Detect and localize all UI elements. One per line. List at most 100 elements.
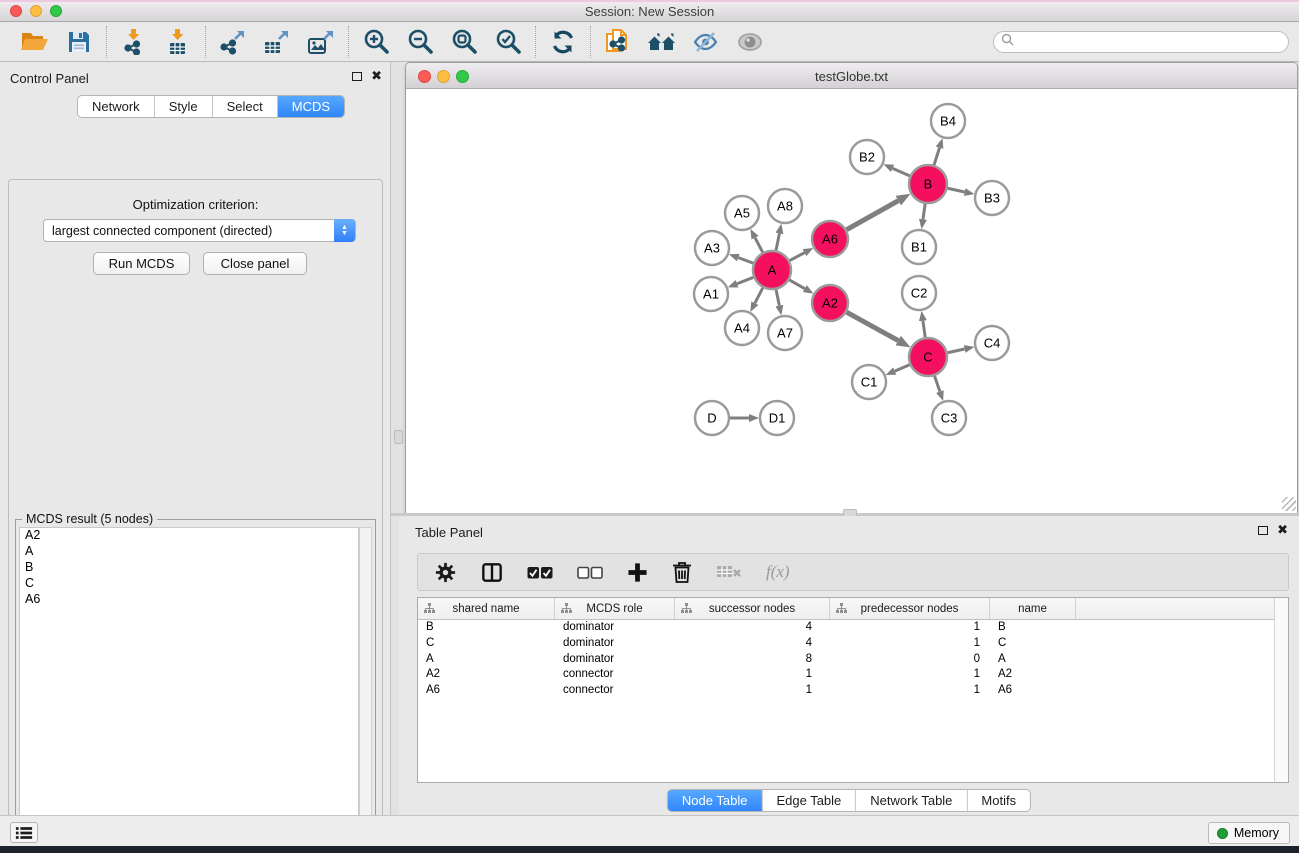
import-network-icon[interactable] xyxy=(119,27,149,57)
toggle-column-icon[interactable] xyxy=(481,562,503,583)
table-row[interactable]: A6connector11A6 xyxy=(418,683,1288,699)
task-history-button[interactable] xyxy=(10,822,38,843)
tab-node-table[interactable]: Node Table xyxy=(668,790,763,811)
graph-edge-B-B3[interactable] xyxy=(948,188,965,192)
cell-successor-nodes[interactable]: 1 xyxy=(675,667,830,683)
graph-edge-A-A3[interactable] xyxy=(738,258,753,263)
cell-MCDS-role[interactable]: dominator xyxy=(555,620,675,636)
delete-row-icon[interactable] xyxy=(672,561,692,584)
close-panel-button[interactable]: Close panel xyxy=(203,252,307,275)
cell-name[interactable]: B xyxy=(990,620,1076,636)
cell-shared-name[interactable]: A xyxy=(418,652,555,668)
tab-mcds[interactable]: MCDS xyxy=(278,96,344,117)
network-graph[interactable]: AA1A2A3A4A5A6A7A8BB1B2B3B4CC1C2C3C4DD1 xyxy=(406,89,1297,513)
cell-successor-nodes[interactable]: 1 xyxy=(675,683,830,699)
graph-edge-C-C4[interactable] xyxy=(948,349,965,353)
graph-node-A[interactable]: A xyxy=(753,251,791,289)
graph-edge-A-A6[interactable] xyxy=(790,253,805,261)
close-panel-icon[interactable]: ✖ xyxy=(371,71,382,81)
select-all-icon[interactable] xyxy=(527,565,553,580)
graph-node-C4[interactable]: C4 xyxy=(975,326,1009,360)
graph-edge-C-C1[interactable] xyxy=(895,365,910,371)
graph-node-D1[interactable]: D1 xyxy=(760,401,794,435)
cell-successor-nodes[interactable]: 8 xyxy=(675,652,830,668)
cell-successor-nodes[interactable]: 4 xyxy=(675,636,830,652)
tab-motifs[interactable]: Motifs xyxy=(967,790,1030,811)
mcds-result-item[interactable]: A6 xyxy=(20,592,358,608)
cell-shared-name[interactable]: B xyxy=(418,620,555,636)
first-neighbors-icon[interactable] xyxy=(647,27,677,57)
graph-node-C3[interactable]: C3 xyxy=(932,401,966,435)
tab-network-table[interactable]: Network Table xyxy=(856,790,967,811)
graph-edge-A-A2[interactable] xyxy=(789,280,804,289)
graph-edge-B-B4[interactable] xyxy=(934,148,939,165)
cell-shared-name[interactable]: A2 xyxy=(418,667,555,683)
graph-node-A1[interactable]: A1 xyxy=(694,277,728,311)
cell-name[interactable]: C xyxy=(990,636,1076,652)
column-header-successor-nodes[interactable]: successor nodes xyxy=(675,598,830,619)
graph-node-C2[interactable]: C2 xyxy=(902,276,936,310)
table-row[interactable]: Adominator80A xyxy=(418,652,1288,668)
close-table-panel-icon[interactable]: ✖ xyxy=(1277,525,1288,535)
cell-shared-name[interactable]: A6 xyxy=(418,683,555,699)
mcds-result-item[interactable]: C xyxy=(20,576,358,592)
column-header-predecessor-nodes[interactable]: predecessor nodes xyxy=(830,598,990,619)
open-session-icon[interactable] xyxy=(20,27,50,57)
import-table-icon[interactable] xyxy=(163,27,193,57)
graph-edge-A-A5[interactable] xyxy=(755,238,763,253)
cell-MCDS-role[interactable]: dominator xyxy=(555,636,675,652)
cell-MCDS-role[interactable]: connector xyxy=(555,667,675,683)
graph-node-A4[interactable]: A4 xyxy=(725,311,759,345)
cell-successor-nodes[interactable]: 4 xyxy=(675,620,830,636)
graph-edge-A-A4[interactable] xyxy=(755,288,763,303)
column-header-MCDS-role[interactable]: MCDS role xyxy=(555,598,675,619)
graph-node-A3[interactable]: A3 xyxy=(695,231,729,265)
graph-edge-A-A1[interactable] xyxy=(737,277,753,283)
memory-button[interactable]: Memory xyxy=(1208,822,1290,844)
graph-edge-C-C3[interactable] xyxy=(935,376,940,392)
tab-edge-table[interactable]: Edge Table xyxy=(762,790,856,811)
graph-edge-A2-C[interactable] xyxy=(847,312,899,340)
graph-node-C1[interactable]: C1 xyxy=(852,365,886,399)
show-all-icon[interactable] xyxy=(735,27,765,57)
float-panel-icon[interactable] xyxy=(352,72,362,81)
cell-name[interactable]: A xyxy=(990,652,1076,668)
tab-network[interactable]: Network xyxy=(78,96,155,117)
cell-predecessor-nodes[interactable]: 1 xyxy=(830,683,990,699)
cell-predecessor-nodes[interactable]: 1 xyxy=(830,620,990,636)
table-row[interactable]: Cdominator41C xyxy=(418,636,1288,652)
column-header-name[interactable]: name xyxy=(990,598,1076,619)
graph-node-B[interactable]: B xyxy=(909,165,947,203)
zoom-selected-icon[interactable] xyxy=(493,27,523,57)
deselect-all-icon[interactable] xyxy=(577,565,603,580)
network-window-titlebar[interactable]: testGlobe.txt xyxy=(406,63,1297,89)
result-scrollbar[interactable] xyxy=(359,527,372,853)
table-row[interactable]: A2connector11A2 xyxy=(418,667,1288,683)
graph-node-A7[interactable]: A7 xyxy=(768,316,802,350)
save-session-icon[interactable] xyxy=(64,27,94,57)
zoom-in-icon[interactable] xyxy=(361,27,391,57)
table-row[interactable]: Bdominator41B xyxy=(418,620,1288,636)
cell-predecessor-nodes[interactable]: 1 xyxy=(830,636,990,652)
mcds-result-item[interactable]: A2 xyxy=(20,528,358,544)
graph-edge-B-B2[interactable] xyxy=(893,168,910,176)
table-settings-icon[interactable] xyxy=(434,561,457,584)
cell-shared-name[interactable]: C xyxy=(418,636,555,652)
float-table-panel-icon[interactable] xyxy=(1258,526,1268,535)
graph-node-A8[interactable]: A8 xyxy=(768,189,802,223)
graph-node-D[interactable]: D xyxy=(695,401,729,435)
graph-node-C[interactable]: C xyxy=(909,338,947,376)
search-input[interactable] xyxy=(993,31,1289,53)
export-table-icon[interactable] xyxy=(262,27,292,57)
mcds-result-list[interactable]: A2ABCA6 xyxy=(19,527,359,853)
tab-style[interactable]: Style xyxy=(155,96,213,117)
table-scrollbar[interactable] xyxy=(1274,598,1288,782)
window-resize-grip[interactable] xyxy=(1282,497,1296,511)
refresh-layout-icon[interactable] xyxy=(548,27,578,57)
run-mcds-button[interactable]: Run MCDS xyxy=(93,252,190,275)
cell-MCDS-role[interactable]: connector xyxy=(555,683,675,699)
column-header-shared-name[interactable]: shared name xyxy=(418,598,555,619)
graph-node-A5[interactable]: A5 xyxy=(725,196,759,230)
search-field[interactable] xyxy=(1014,33,1288,51)
graph-node-B1[interactable]: B1 xyxy=(902,230,936,264)
